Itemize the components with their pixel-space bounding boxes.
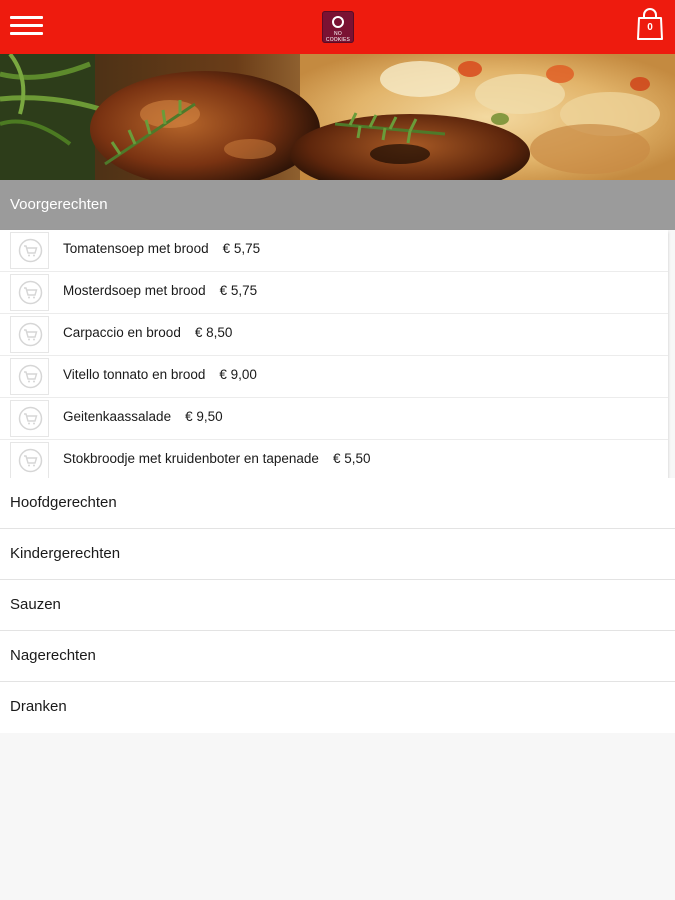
category-label: Kindergerechten [10,545,121,562]
menu-item-list: Tomatensoep met brood € 5,75 Mosterdsoep … [0,230,668,481]
add-to-cart-icon [18,280,43,305]
item-price: € 9,00 [219,367,257,382]
logo-text: NO COOKIES [325,31,351,43]
category-label: Nagerechten [10,647,96,664]
category-sauzen[interactable]: Sauzen [0,580,675,631]
add-to-cart-button[interactable] [10,400,49,437]
category-label: Dranken [10,698,67,715]
restaurant-logo: NO COOKIES [322,11,354,43]
top-bar: NO COOKIES 0 [0,0,675,54]
item-price: € 5,75 [219,283,258,298]
add-to-cart-button[interactable] [10,274,49,311]
hamburger-menu-icon[interactable] [10,14,43,38]
add-to-cart-icon [18,364,43,389]
add-to-cart-icon [18,322,43,347]
item-name: Mosterdsoep met brood [63,283,206,298]
category-nagerechten[interactable]: Nagerechten [0,631,675,682]
item-name: Carpaccio en brood [63,325,181,340]
category-dranken[interactable]: Dranken [0,682,675,734]
item-price: € 8,50 [194,325,233,340]
item-name: Tomatensoep met brood [63,241,209,256]
category-header-voorgerechten[interactable]: Voorgerechten [0,180,675,230]
menu-item[interactable]: Tomatensoep met brood € 5,75 [0,230,668,272]
menu-item[interactable]: Vitello tonnato en brood € 9,00 [0,356,668,398]
item-price: € 5,75 [222,241,261,256]
add-to-cart-button[interactable] [10,232,49,269]
menu-item[interactable]: Mosterdsoep met brood € 5,75 [0,272,668,314]
item-name: Geitenkaassalade [63,409,172,424]
add-to-cart-button[interactable] [10,358,49,395]
add-to-cart-icon [18,238,43,263]
menu-item[interactable]: Geitenkaassalade € 9,50 [0,398,668,440]
app-screen: NO COOKIES 0 Voorgerechten Tomatensoep m… [0,0,675,900]
empty-background [0,733,675,900]
category-list: Hoofdgerechten Kindergerechten Sauzen Na… [0,478,675,734]
category-kindergerechten[interactable]: Kindergerechten [0,529,675,580]
add-to-cart-button[interactable] [10,316,49,353]
shopping-bag-icon[interactable]: 0 [636,8,664,40]
item-price: € 9,50 [185,409,223,424]
category-hoofdgerechten[interactable]: Hoofdgerechten [0,478,675,529]
add-to-cart-icon [18,406,43,431]
add-to-cart-button[interactable] [10,442,49,479]
item-name: Stokbroodje met kruidenboter en tapenade [63,451,319,466]
cart-count-badge: 0 [647,22,653,33]
food-banner-image [0,54,675,180]
item-price: € 5,50 [332,451,371,466]
menu-item[interactable]: Stokbroodje met kruidenboter en tapenade… [0,440,668,481]
category-label: Voorgerechten [10,196,108,213]
category-label: Sauzen [10,596,61,613]
add-to-cart-icon [18,448,43,473]
category-label: Hoofdgerechten [10,494,117,511]
item-name: Vitello tonnato en brood [63,367,206,382]
menu-item[interactable]: Carpaccio en brood € 8,50 [0,314,668,356]
